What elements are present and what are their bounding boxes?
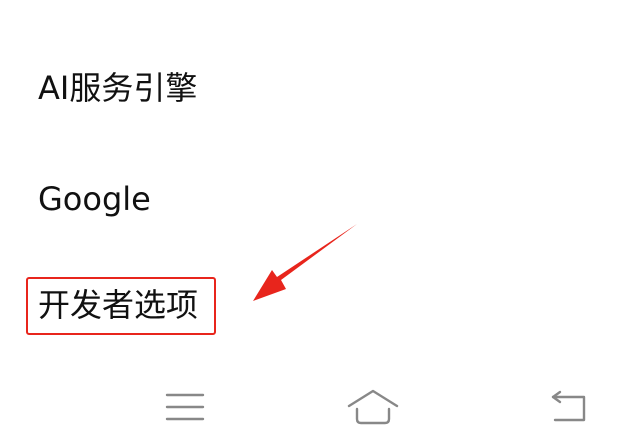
nav-back-button[interactable] (546, 388, 594, 427)
settings-screen: AI服务引擎 Google 开发者选项 (0, 0, 640, 427)
home-icon (347, 389, 399, 425)
nav-home-button[interactable] (346, 388, 399, 427)
navigation-bar (0, 370, 640, 427)
annotation-arrow-icon (253, 224, 357, 301)
settings-item-google[interactable]: Google (38, 183, 151, 215)
settings-item-ai-service-engine[interactable]: AI服务引擎 (38, 72, 197, 104)
back-icon (551, 390, 586, 422)
nav-menu-button[interactable] (161, 388, 209, 427)
annotation-highlight-box (26, 277, 216, 335)
menu-icon (165, 393, 205, 421)
